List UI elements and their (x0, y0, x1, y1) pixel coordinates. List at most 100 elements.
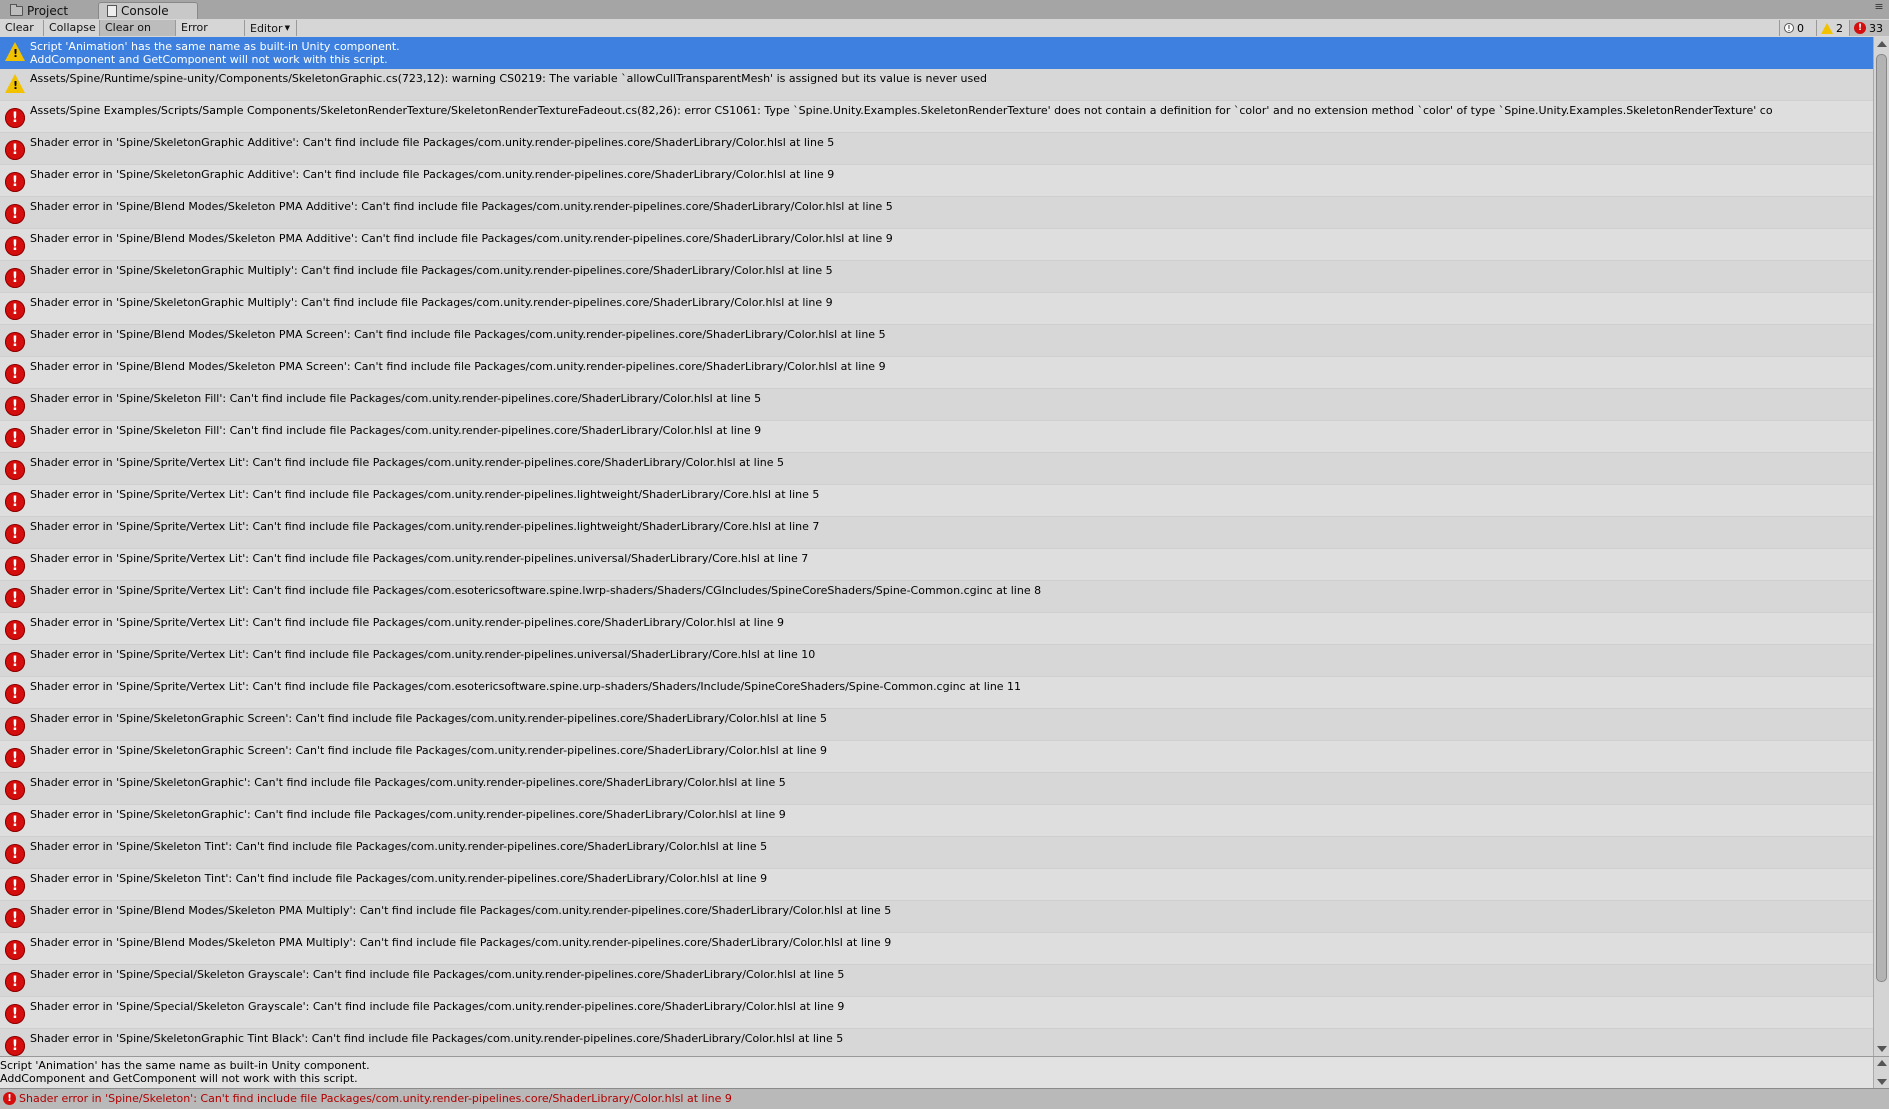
error-log-row[interactable]: ! Shader error in 'Spine/Blend Modes/Skel… (0, 197, 1873, 229)
error-count: 33 (1869, 21, 1883, 35)
error-icon: ! (5, 844, 25, 864)
error-icon: ! (5, 300, 25, 320)
error-icon: ! (5, 396, 25, 416)
error-log-row[interactable]: ! Shader error in 'Spine/Sprite/Vertex Li… (0, 517, 1873, 549)
error-icon: ! (5, 1036, 25, 1056)
log-message: Shader error in 'Spine/Sprite/Vertex Lit… (30, 648, 816, 661)
error-icon: ! (5, 748, 25, 768)
scroll-up-arrow-icon[interactable] (1877, 1060, 1887, 1066)
error-log-row[interactable]: ! Shader error in 'Spine/Sprite/Vertex Li… (0, 549, 1873, 581)
error-log-row[interactable]: ! Shader error in 'Spine/Skeleton Tint': … (0, 837, 1873, 869)
error-icon: ! (5, 524, 25, 544)
log-message: Shader error in 'Spine/Blend Modes/Skele… (30, 328, 886, 341)
log-message: Shader error in 'Spine/Sprite/Vertex Lit… (30, 584, 1042, 597)
error-log-row[interactable]: ! Shader error in 'Spine/Skeleton Tint': … (0, 869, 1873, 901)
error-pause-toggle[interactable]: Error Pause (176, 20, 245, 50)
error-log-row[interactable]: ! Shader error in 'Spine/Blend Modes/Skel… (0, 229, 1873, 261)
error-icon: ! (5, 492, 25, 512)
error-log-row[interactable]: ! Shader error in 'Spine/SkeletonGraphic … (0, 133, 1873, 165)
log-message: Shader error in 'Spine/SkeletonGraphic':… (30, 808, 786, 821)
error-icon: ! (5, 268, 25, 288)
status-bar[interactable]: ! Shader error in 'Spine/Skeleton': Can'… (0, 1088, 1889, 1109)
tab-console-label: Console (121, 4, 169, 18)
error-count-toggle[interactable]: ! 33 (1849, 20, 1889, 36)
scrollbar-thumb[interactable] (1876, 54, 1887, 982)
log-message: Shader error in 'Spine/Sprite/Vertex Lit… (30, 520, 820, 533)
log-message: Shader error in 'Spine/SkeletonGraphic S… (30, 712, 828, 725)
tab-bar: Project Console ≡ (0, 0, 1889, 20)
error-log-row[interactable]: ! Shader error in 'Spine/Sprite/Vertex Li… (0, 581, 1873, 613)
log-message: Assets/Spine Examples/Scripts/Sample Com… (30, 104, 1773, 117)
log-message: Shader error in 'Spine/SkeletonGraphic A… (30, 136, 835, 149)
clear-on-play-toggle[interactable]: Clear on Play (100, 20, 176, 50)
window-menu-icon[interactable]: ≡ (1873, 1, 1885, 14)
collapse-toggle[interactable]: Collapse (44, 20, 100, 36)
console-toolbar: Clear Collapse Clear on Play Error Pause… (0, 19, 1889, 50)
log-detail-text: Script 'Animation' has the same name as … (0, 1059, 370, 1085)
error-icon: ! (5, 140, 25, 160)
error-log-row[interactable]: ! Shader error in 'Spine/Sprite/Vertex Li… (0, 485, 1873, 517)
error-icon: ! (3, 1092, 16, 1105)
scroll-down-arrow-icon[interactable] (1877, 1046, 1887, 1052)
editor-dropdown[interactable]: Editor ▼ (245, 20, 297, 36)
error-icon: ! (5, 812, 25, 832)
error-icon: ! (5, 172, 25, 192)
error-icon: ! (5, 716, 25, 736)
error-log-row[interactable]: ! Shader error in 'Spine/Sprite/Vertex Li… (0, 677, 1873, 709)
error-icon: ! (5, 204, 25, 224)
error-log-row[interactable]: ! Shader error in 'Spine/Blend Modes/Skel… (0, 325, 1873, 357)
error-icon: ! (5, 556, 25, 576)
error-log-row[interactable]: ! Shader error in 'Spine/SkeletonGraphic … (0, 293, 1873, 325)
error-log-row[interactable]: ! Shader error in 'Spine/SkeletonGraphic … (0, 261, 1873, 293)
log-message: Shader error in 'Spine/Sprite/Vertex Lit… (30, 680, 1022, 693)
log-message: Shader error in 'Spine/SkeletonGraphic A… (30, 168, 835, 181)
error-log-row[interactable]: ! Shader error in 'Spine/Sprite/Vertex Li… (0, 453, 1873, 485)
error-log-row[interactable]: ! Shader error in 'Spine/Sprite/Vertex Li… (0, 645, 1873, 677)
error-log-row[interactable]: ! Shader error in 'Spine/SkeletonGraphic … (0, 741, 1873, 773)
error-icon: ! (5, 428, 25, 448)
error-log-row[interactable]: ! Shader error in 'Spine/SkeletonGraphic … (0, 1029, 1873, 1056)
error-log-row[interactable]: ! Shader error in 'Spine/Skeleton Fill': … (0, 421, 1873, 453)
info-count-toggle[interactable]: ! 0 (1779, 20, 1816, 36)
error-log-row[interactable]: ! Shader error in 'Spine/Sprite/Vertex Li… (0, 613, 1873, 645)
log-message: Script 'Animation' has the same name as … (30, 40, 400, 66)
error-log-row[interactable]: ! Shader error in 'Spine/Blend Modes/Skel… (0, 933, 1873, 965)
clear-button[interactable]: Clear (0, 20, 44, 36)
scroll-down-arrow-icon[interactable] (1877, 1079, 1887, 1085)
warning-icon (5, 74, 25, 93)
warning-count-toggle[interactable]: 2 (1816, 20, 1849, 36)
log-message: Shader error in 'Spine/SkeletonGraphic T… (30, 1032, 844, 1045)
error-log-row[interactable]: ! Shader error in 'Spine/Special/Skeleton… (0, 997, 1873, 1029)
scroll-up-arrow-icon[interactable] (1877, 41, 1887, 47)
error-log-row[interactable]: ! Assets/Spine Examples/Scripts/Sample Co… (0, 101, 1873, 133)
error-log-row[interactable]: ! Shader error in 'Spine/Blend Modes/Skel… (0, 357, 1873, 389)
error-icon: ! (5, 684, 25, 704)
log-list-scrollbar[interactable] (1873, 37, 1889, 1056)
error-icon: ! (5, 908, 25, 928)
folder-icon (10, 3, 23, 16)
error-log-row[interactable]: ! Shader error in 'Spine/Special/Skeleton… (0, 965, 1873, 997)
tab-console[interactable]: Console (98, 2, 198, 19)
detail-scrollbar[interactable] (1873, 1057, 1889, 1088)
warning-log-row[interactable]: Script 'Animation' has the same name as … (0, 37, 1873, 69)
log-message: Shader error in 'Spine/Blend Modes/Skele… (30, 904, 892, 917)
warning-icon (1821, 22, 1833, 34)
tab-project[interactable]: Project (2, 2, 98, 19)
info-icon: ! (1784, 23, 1794, 33)
tab-project-label: Project (27, 3, 69, 18)
log-message: Shader error in 'Spine/Sprite/Vertex Lit… (30, 456, 784, 469)
log-message: Shader error in 'Spine/Blend Modes/Skele… (30, 936, 892, 949)
error-log-row[interactable]: ! Shader error in 'Spine/SkeletonGraphic'… (0, 773, 1873, 805)
error-icon: ! (5, 876, 25, 896)
warning-log-row[interactable]: Assets/Spine/Runtime/spine-unity/Compone… (0, 69, 1873, 101)
error-icon: ! (5, 588, 25, 608)
error-log-row[interactable]: ! Shader error in 'Spine/SkeletonGraphic … (0, 165, 1873, 197)
log-message: Shader error in 'Spine/Blend Modes/Skele… (30, 232, 893, 245)
error-log-row[interactable]: ! Shader error in 'Spine/SkeletonGraphic … (0, 709, 1873, 741)
log-message: Shader error in 'Spine/Blend Modes/Skele… (30, 200, 893, 213)
error-log-row[interactable]: ! Shader error in 'Spine/Skeleton Fill': … (0, 389, 1873, 421)
error-log-row[interactable]: ! Shader error in 'Spine/SkeletonGraphic'… (0, 805, 1873, 837)
log-list[interactable]: Script 'Animation' has the same name as … (0, 37, 1873, 1056)
error-log-row[interactable]: ! Shader error in 'Spine/Blend Modes/Skel… (0, 901, 1873, 933)
error-icon: ! (5, 108, 25, 128)
